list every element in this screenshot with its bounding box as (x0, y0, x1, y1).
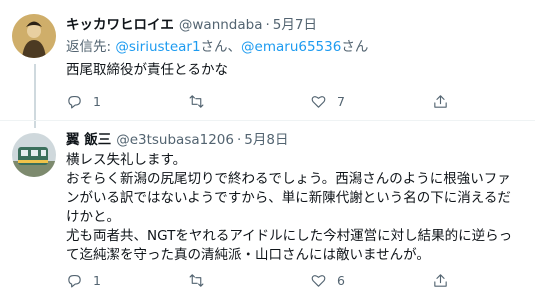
tweet[interactable]: キッカワヒロイエ @wanndaba · 5月7日 返信先: @siriustear1… (0, 0, 535, 128)
retweet-button[interactable] (188, 89, 215, 113)
tweet-text-line: ンがいる訳ではないようですから、単に新陳代謝という名の下に消えるだ (66, 190, 511, 206)
retweet-icon (189, 273, 204, 287)
tweet-text-line: 西尾取締役が責任とるかな (66, 62, 228, 78)
tweet-actions: 1 7 (58, 89, 518, 113)
share-button[interactable] (432, 268, 449, 292)
tweet-text-line: て迄純潔を守った真の清純派・山口さんには敵いませんが。 (66, 247, 430, 263)
like-button[interactable]: 6 (310, 268, 345, 292)
tweet-date[interactable]: 5月7日 (273, 17, 317, 33)
tweet-actions: 1 6 (58, 268, 518, 292)
reply-count: 1 (93, 272, 101, 288)
mention-joiner: さん、 (200, 39, 242, 55)
avatar[interactable] (12, 133, 56, 177)
user-handle[interactable]: @wanndaba (179, 17, 263, 33)
tweet-text-line: 横レス失礼します。 (66, 152, 187, 168)
reply-button[interactable]: 1 (66, 268, 101, 292)
thread-line (34, 64, 36, 128)
share-icon (434, 94, 447, 108)
display-name[interactable]: キッカワヒロイエ (66, 17, 174, 33)
like-count: 7 (337, 93, 345, 109)
user-handle[interactable]: @e3tsubasa1206 (116, 132, 234, 148)
like-icon (311, 95, 326, 108)
tweet-text-line: おそらく新潟の尻尾切りで終わるでしょう。西潟さんのように根強いファ (66, 171, 511, 187)
tweet-text: 西尾取締役が責任とるかな (66, 61, 228, 80)
like-icon (311, 274, 326, 287)
reply-icon (68, 95, 81, 108)
avatar[interactable] (12, 14, 56, 58)
share-button[interactable] (432, 89, 449, 113)
tweet-date[interactable]: 5月8日 (244, 132, 288, 148)
tweet-text-line: けかと。 (66, 209, 120, 225)
display-name[interactable]: 翼 飯三 (66, 132, 111, 148)
like-button[interactable]: 7 (310, 89, 345, 113)
reply-count: 1 (93, 93, 101, 109)
retweet-button[interactable] (188, 268, 215, 292)
tweet-text: 横レス失礼します。 おそらく新潟の尻尾切りで終わるでしょう。西潟さんのように根強… (66, 151, 512, 265)
mention-link[interactable]: @emaru65536 (241, 39, 341, 55)
separator: · (265, 17, 270, 33)
like-count: 6 (337, 272, 345, 288)
reply-to-line: 返信先: @siriustear1さん、@emaru65536さん (66, 38, 368, 56)
mention-link[interactable]: @siriustear1 (115, 39, 200, 55)
reply-icon (68, 274, 81, 287)
tweet-header: 翼 飯三 @e3tsubasa1206 · 5月8日 (66, 130, 288, 150)
tweet-text-line: 尤も両者共、NGTをヤれるアイドルにした今村運営に対し結果的に逆らっ (66, 228, 513, 244)
reply-to-label: 返信先: (66, 39, 112, 55)
tweet-header: キッカワヒロイエ @wanndaba · 5月7日 (66, 15, 317, 35)
reply-button[interactable]: 1 (66, 89, 101, 113)
mention-suffix: さん (341, 39, 369, 55)
separator: · (237, 132, 242, 148)
retweet-icon (189, 94, 204, 108)
tweet[interactable]: 翼 飯三 @e3tsubasa1206 · 5月8日 横レス失礼します。 おそらく新潟… (0, 121, 535, 299)
share-icon (434, 273, 447, 287)
